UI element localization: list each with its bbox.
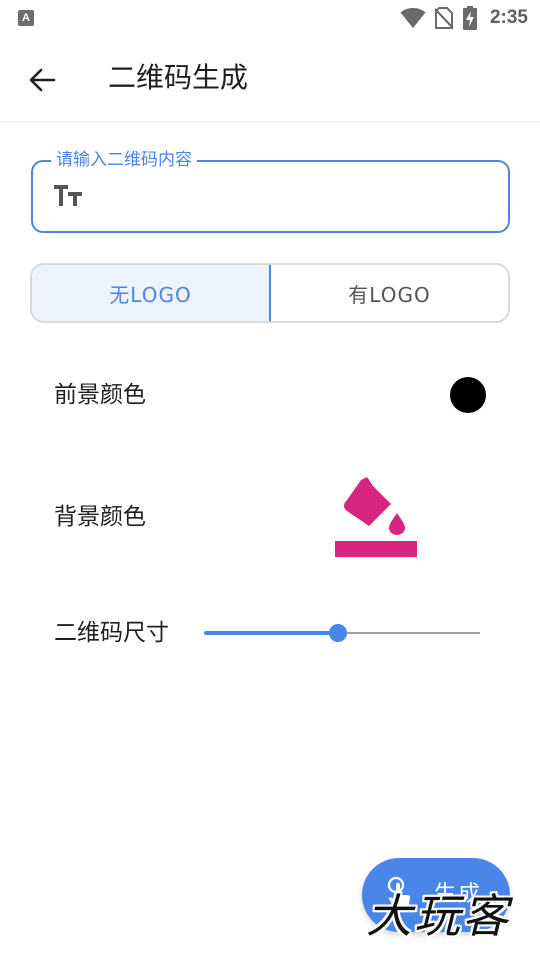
wifi-icon [400,8,426,28]
foreground-color-swatch[interactable] [450,377,486,413]
qr-content-label: 请输入二维码内容 [51,149,197,171]
app-bar: 二维码生成 [0,36,540,122]
no-logo-option[interactable]: 无LOGO [32,265,271,321]
color-fill-icon[interactable] [333,475,419,559]
logo-toggle: 无LOGO 有LOGO [30,263,510,323]
no-sim-icon [434,7,454,29]
status-bar: A 2:35 [0,0,540,36]
background-color-label: 背景颜色 [54,504,146,530]
slider-thumb[interactable] [329,624,347,642]
foreground-color-label: 前景颜色 [54,382,146,408]
watermark-logo: 大玩客 [366,889,510,943]
status-icons: 2:35 [400,6,528,30]
with-logo-option[interactable]: 有LOGO [271,265,508,321]
qr-size-slider[interactable] [204,620,480,646]
page-title: 二维码生成 [108,61,249,94]
status-time: 2:35 [489,7,528,28]
qr-content-input[interactable] [97,178,497,214]
text-size-icon [54,185,82,206]
qr-content-field[interactable]: 请输入二维码内容 [31,149,510,233]
app-notification-icon: A [18,10,34,26]
battery-charging-icon [462,6,477,30]
qr-size-label: 二维码尺寸 [54,620,169,646]
slider-fill [204,631,338,635]
arrow-left-icon [29,68,56,92]
back-button[interactable] [20,58,64,102]
